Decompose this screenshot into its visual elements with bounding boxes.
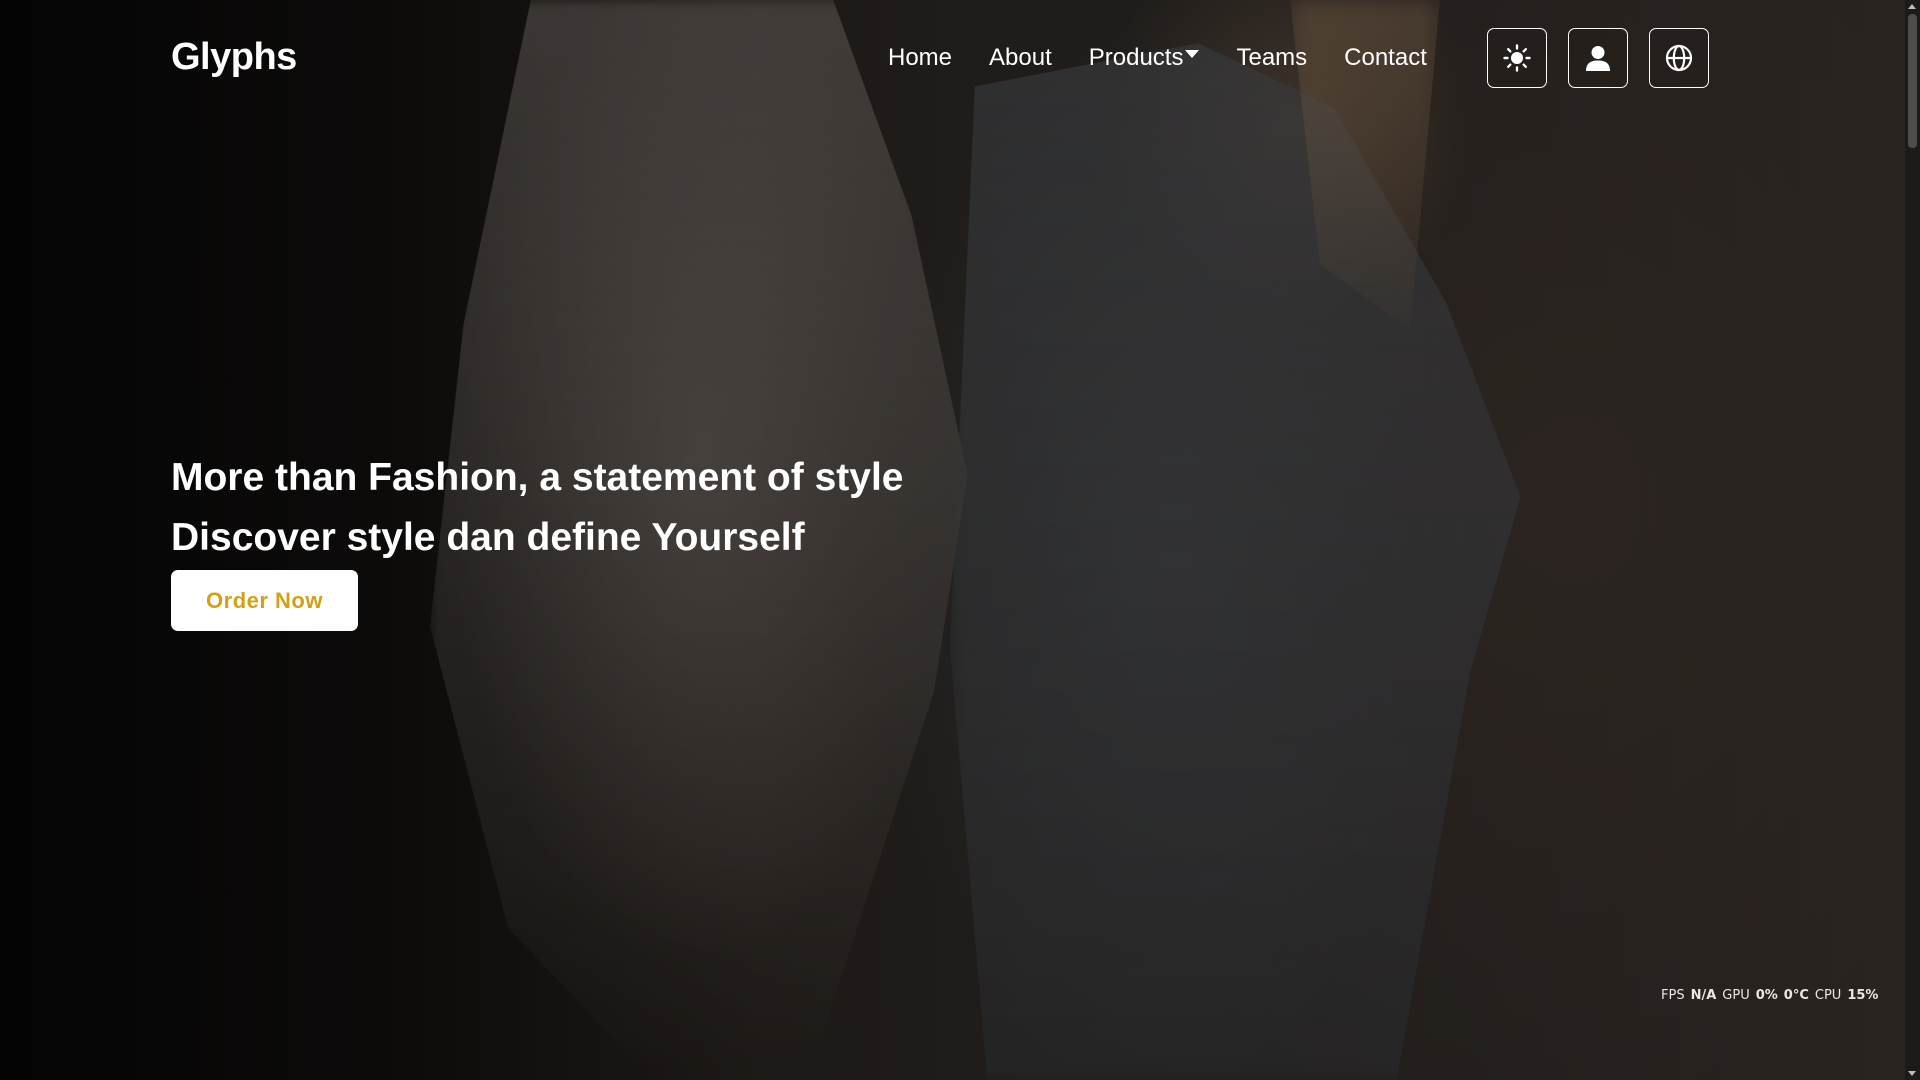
nav-links: Home About Products Teams Contact <box>888 44 1427 72</box>
scroll-down-arrow-icon[interactable] <box>1908 1071 1916 1076</box>
user-icon <box>1586 46 1610 71</box>
vertical-scrollbar[interactable] <box>1905 0 1920 1080</box>
navbar: Glyphs Home About Products Teams Contact <box>0 0 1905 118</box>
cpu-label: CPU <box>1814 988 1842 1003</box>
fps-value: N/A <box>1690 988 1717 1003</box>
cpu-value: 15% <box>1847 988 1879 1003</box>
caret-down-icon <box>1185 50 1200 58</box>
page-viewport: Glyphs Home About Products Teams Contact <box>0 0 1905 1080</box>
performance-overlay: FPS N/A GPU 0% 0°C CPU 15% <box>1661 988 1878 1003</box>
brand-logo[interactable]: Glyphs <box>171 36 297 79</box>
nav-home[interactable]: Home <box>888 44 952 72</box>
scrollbar-thumb[interactable] <box>1908 14 1917 148</box>
order-now-button[interactable]: Order Now <box>171 570 358 631</box>
theme-toggle-button[interactable] <box>1487 28 1547 88</box>
account-button[interactable] <box>1568 28 1628 88</box>
globe-icon <box>1665 44 1693 72</box>
gpu-label: GPU <box>1722 988 1750 1003</box>
nav-about[interactable]: About <box>989 44 1052 72</box>
fps-label: FPS <box>1661 988 1685 1003</box>
nav-products[interactable]: Products <box>1089 44 1200 72</box>
nav-contact[interactable]: Contact <box>1344 44 1427 72</box>
hero-content: More than Fashion, a statement of style … <box>171 448 903 568</box>
nav-products-label: Products <box>1088 44 1184 71</box>
sun-icon <box>1503 44 1531 72</box>
hero-subheadline: Discover style dan define Yourself <box>171 516 805 559</box>
nav-teams[interactable]: Teams <box>1236 44 1307 72</box>
gpu-value: 0% <box>1755 988 1778 1003</box>
hero-headline: More than Fashion, a statement of style <box>171 456 904 499</box>
language-button[interactable] <box>1649 28 1709 88</box>
scroll-up-arrow-icon[interactable] <box>1908 4 1916 9</box>
temperature-value: 0°C <box>1783 988 1809 1003</box>
